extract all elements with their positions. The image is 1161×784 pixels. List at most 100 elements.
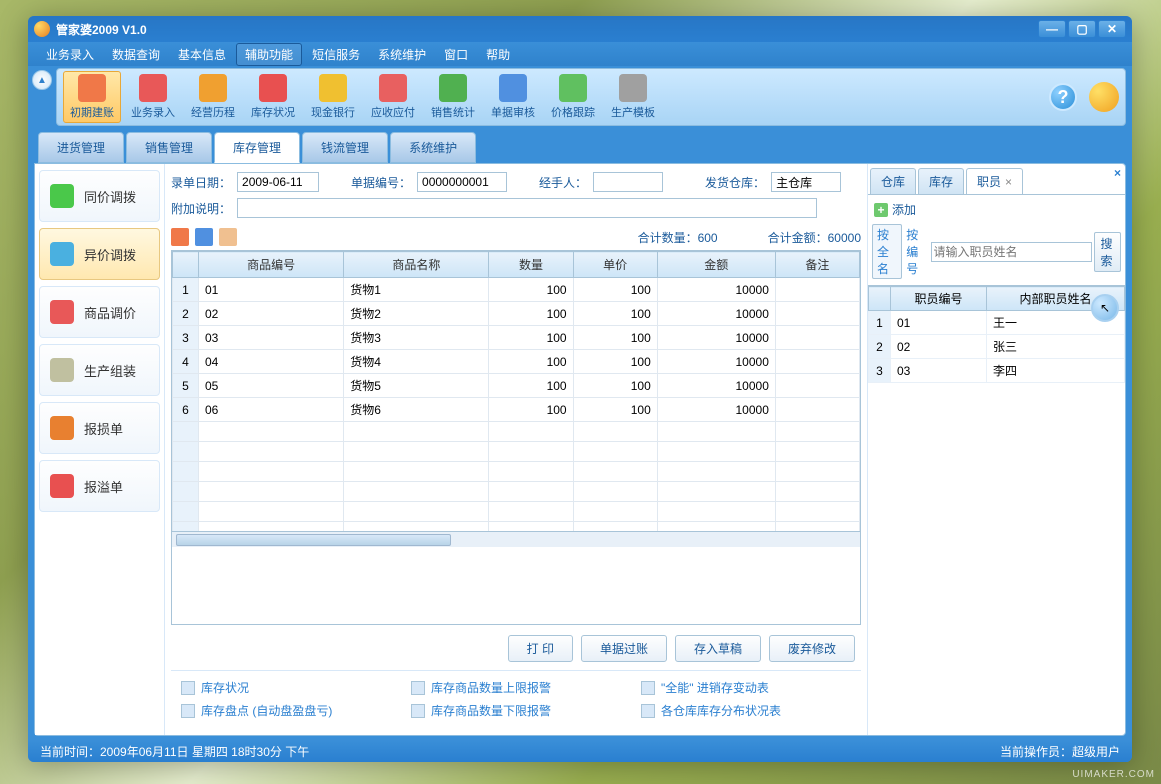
- ribbon-item[interactable]: 经营历程: [185, 72, 241, 122]
- nav-item[interactable]: 报溢单: [39, 460, 160, 512]
- grid-header[interactable]: 数量: [489, 252, 573, 278]
- panel-close-icon[interactable]: ×: [1114, 166, 1121, 180]
- ribbon-item[interactable]: 单据审核: [485, 72, 541, 122]
- ribbon-collapse-button[interactable]: ▲: [32, 70, 52, 90]
- nav-label: 报损单: [84, 419, 123, 438]
- grid-header[interactable]: 内部职员姓名: [987, 287, 1125, 311]
- search-input[interactable]: [931, 242, 1092, 262]
- search-by-code-link[interactable]: 按编号: [904, 226, 928, 277]
- note-input[interactable]: [237, 198, 817, 218]
- table-row[interactable]: 202张三: [869, 335, 1125, 359]
- ribbon-label: 业务录入: [131, 104, 175, 120]
- close-button[interactable]: ✕: [1098, 20, 1126, 38]
- menu-item[interactable]: 业务录入: [38, 44, 102, 65]
- quick-link[interactable]: 库存商品数量上限报警: [411, 679, 621, 696]
- grid-header[interactable]: 单价: [573, 252, 657, 278]
- print-button[interactable]: 打 印: [508, 635, 573, 662]
- main-tab[interactable]: 钱流管理: [302, 132, 388, 163]
- totals: 合计数量：600 合计金额：60000: [638, 229, 861, 246]
- main-grid[interactable]: 商品编号商品名称数量单价金额备注101货物110010010000202货物21…: [171, 250, 861, 625]
- search-by-name-link[interactable]: 按全名: [872, 224, 902, 279]
- handler-input[interactable]: [593, 172, 663, 192]
- menu-item[interactable]: 短信服务: [304, 44, 368, 65]
- search-button[interactable]: 搜索: [1094, 232, 1122, 272]
- ribbon-item[interactable]: 应收应付: [365, 72, 421, 122]
- quick-link[interactable]: 库存盘点 (自动盘盈盘亏): [181, 702, 391, 719]
- ribbon-item[interactable]: 业务录入: [125, 72, 181, 122]
- right-tab[interactable]: 库存: [918, 168, 964, 194]
- table-row[interactable]: 303货物310010010000: [173, 326, 860, 350]
- table-row[interactable]: [173, 482, 860, 502]
- doc-label: 单据编号：: [351, 174, 411, 191]
- table-row[interactable]: 101货物110010010000: [173, 278, 860, 302]
- ribbon-label: 应收应付: [371, 104, 415, 120]
- help-icon[interactable]: ?: [1049, 83, 1077, 111]
- ribbon-item[interactable]: 现金银行: [305, 72, 361, 122]
- menu-item[interactable]: 辅助功能: [236, 43, 302, 66]
- table-row[interactable]: [173, 422, 860, 442]
- quick-link[interactable]: 库存商品数量下限报警: [411, 702, 621, 719]
- right-grid[interactable]: 职员编号内部职员姓名101王一202张三303李四 ↖: [868, 285, 1125, 735]
- table-row[interactable]: [173, 522, 860, 532]
- nav-item[interactable]: 商品调价: [39, 286, 160, 338]
- table-row[interactable]: [173, 442, 860, 462]
- add-button[interactable]: + 添加: [868, 195, 1125, 224]
- ribbon-item[interactable]: 生产模板: [605, 72, 661, 122]
- menu-item[interactable]: 帮助: [478, 44, 518, 65]
- horizontal-scrollbar[interactable]: [172, 531, 860, 547]
- quick-link[interactable]: 各仓库库存分布状况表: [641, 702, 851, 719]
- ribbon-icon: [78, 74, 106, 102]
- ribbon-item[interactable]: 库存状况: [245, 72, 301, 122]
- maximize-button[interactable]: ▢: [1068, 20, 1096, 38]
- list-icon: [411, 681, 425, 695]
- tab-close-icon[interactable]: ×: [1005, 175, 1012, 189]
- grid-header[interactable]: 金额: [657, 252, 775, 278]
- ribbon-icon: [619, 74, 647, 102]
- date-input[interactable]: [237, 172, 319, 192]
- menu-item[interactable]: 基本信息: [170, 44, 234, 65]
- nav-item[interactable]: 生产组装: [39, 344, 160, 396]
- table-row[interactable]: 606货物610010010000: [173, 398, 860, 422]
- grid-header[interactable]: 职员编号: [891, 287, 987, 311]
- main-tab[interactable]: 系统维护: [390, 132, 476, 163]
- table-row[interactable]: 101王一: [869, 311, 1125, 335]
- status-time: 当前时间：2009年06月11日 星期四 18时30分 下午: [40, 743, 309, 760]
- ribbon-item[interactable]: 销售统计: [425, 72, 481, 122]
- grid-header[interactable]: 备注: [775, 252, 859, 278]
- main-tab[interactable]: 销售管理: [126, 132, 212, 163]
- menu-item[interactable]: 系统维护: [370, 44, 434, 65]
- main-tab[interactable]: 库存管理: [214, 132, 300, 163]
- ribbon-item[interactable]: 价格跟踪: [545, 72, 601, 122]
- main-tab[interactable]: 进货管理: [38, 132, 124, 163]
- warehouse-input[interactable]: [771, 172, 841, 192]
- select-person-icon[interactable]: [219, 228, 237, 246]
- table-row[interactable]: 202货物210010010000: [173, 302, 860, 326]
- nav-item[interactable]: 异价调拨: [39, 228, 160, 280]
- quick-link[interactable]: 库存状况: [181, 679, 391, 696]
- total-amt-value: 60000: [828, 231, 861, 245]
- right-tab[interactable]: 仓库: [870, 168, 916, 194]
- quick-link[interactable]: "全能" 进销存变动表: [641, 679, 851, 696]
- menu-item[interactable]: 窗口: [436, 44, 476, 65]
- grid-header[interactable]: 商品名称: [344, 252, 489, 278]
- right-tab[interactable]: 职员×: [966, 168, 1023, 194]
- table-row[interactable]: 404货物410010010000: [173, 350, 860, 374]
- menu-item[interactable]: 数据查询: [104, 44, 168, 65]
- ribbon-item[interactable]: 初期建账: [63, 71, 121, 123]
- grid-header[interactable]: [173, 252, 199, 278]
- grid-header[interactable]: 商品编号: [199, 252, 344, 278]
- grid-header[interactable]: [869, 287, 891, 311]
- select-product-icon[interactable]: [171, 228, 189, 246]
- nav-item[interactable]: 同价调拨: [39, 170, 160, 222]
- table-row[interactable]: 303李四: [869, 359, 1125, 383]
- grid-tool-icon[interactable]: [195, 228, 213, 246]
- table-row[interactable]: 505货物510010010000: [173, 374, 860, 398]
- draft-button[interactable]: 存入草稿: [675, 635, 761, 662]
- table-row[interactable]: [173, 462, 860, 482]
- doc-input[interactable]: [417, 172, 507, 192]
- discard-button[interactable]: 废弃修改: [769, 635, 855, 662]
- nav-item[interactable]: 报损单: [39, 402, 160, 454]
- minimize-button[interactable]: —: [1038, 20, 1066, 38]
- table-row[interactable]: [173, 502, 860, 522]
- post-button[interactable]: 单据过账: [581, 635, 667, 662]
